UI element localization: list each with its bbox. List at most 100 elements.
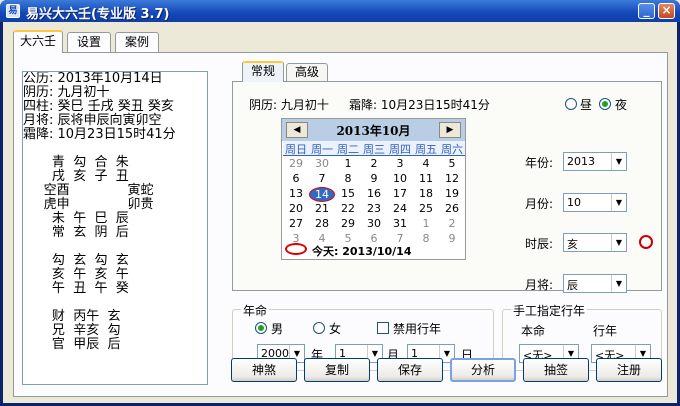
subtab-advanced[interactable]: 高级 bbox=[286, 63, 328, 81]
tab-settings[interactable]: 设置 bbox=[67, 32, 111, 52]
chevron-down-icon: ▼ bbox=[611, 194, 626, 211]
output-line: 官 甲辰 后 bbox=[23, 337, 121, 352]
calendar-day[interactable]: 19 bbox=[439, 187, 465, 202]
output-line: 霜降: 10月23日15时41分 bbox=[23, 127, 176, 142]
calendar-day[interactable]: 4 bbox=[413, 157, 439, 172]
calendar-day[interactable]: 6 bbox=[283, 172, 309, 187]
calendar-day[interactable]: 14 bbox=[309, 187, 335, 202]
calendar-day[interactable]: 16 bbox=[361, 187, 387, 202]
draw-lots-button[interactable]: 抽签 bbox=[523, 358, 589, 382]
calendar-day[interactable]: 5 bbox=[439, 157, 465, 172]
month-select[interactable]: 10 ▼ bbox=[563, 193, 627, 212]
minimize-button[interactable]: _ bbox=[638, 3, 655, 19]
female-radio[interactable] bbox=[313, 322, 325, 334]
calendar-day[interactable]: 8 bbox=[335, 172, 361, 187]
calendar-day[interactable]: 17 bbox=[387, 187, 413, 202]
calendar-day[interactable]: 29 bbox=[283, 157, 309, 172]
output-line: 亥 午 亥 午 bbox=[23, 267, 129, 282]
output-line: 虎申 卯贵 bbox=[23, 197, 154, 212]
today-marker-icon bbox=[285, 243, 307, 255]
weekday-header: 周二 bbox=[335, 141, 361, 156]
calendar-day[interactable]: 22 bbox=[335, 202, 361, 217]
year-select[interactable]: 2013 ▼ bbox=[563, 152, 627, 171]
title-bar[interactable]: 易 易兴大六壬(专业版 3.7) _ × bbox=[0, 0, 680, 22]
analyze-button[interactable]: 分析 bbox=[450, 358, 516, 382]
benming-label: 本命 bbox=[521, 324, 546, 338]
day-label: 昼 bbox=[580, 98, 593, 112]
output-line: 公历: 2013年10月14日 bbox=[23, 71, 163, 86]
app-window: 易 易兴大六壬(专业版 3.7) _ × 大六壬 设置 案例 公历: 2013年… bbox=[0, 0, 680, 406]
tab-daliuren[interactable]: 大六壬 bbox=[13, 30, 63, 53]
calendar-day[interactable]: 21 bbox=[309, 202, 335, 217]
calendar-day[interactable]: 20 bbox=[283, 202, 309, 217]
night-radio[interactable] bbox=[599, 98, 611, 110]
calendar-day[interactable]: 25 bbox=[413, 202, 439, 217]
nianming-title: 年命 bbox=[241, 302, 270, 319]
calendar-day[interactable]: 9 bbox=[439, 232, 465, 247]
weekday-header: 周三 bbox=[361, 141, 387, 156]
calendar-day[interactable]: 15 bbox=[335, 187, 361, 202]
output-line: 四柱: 癸巳 壬戌 癸丑 癸亥 bbox=[23, 99, 174, 114]
copy-button[interactable]: 复制 bbox=[304, 358, 370, 382]
calendar-day[interactable]: 1 bbox=[413, 217, 439, 232]
calendar-day[interactable]: 13 bbox=[283, 187, 309, 202]
day-radio[interactable] bbox=[565, 98, 577, 110]
night-label: 夜 bbox=[615, 98, 628, 112]
disable-xingnian-checkbox[interactable] bbox=[377, 322, 389, 334]
next-month-button[interactable]: ▶ bbox=[439, 122, 461, 138]
window-title: 易兴大六壬(专业版 3.7) bbox=[26, 7, 170, 22]
output-line: 兄 辛亥 勾 bbox=[23, 323, 121, 338]
calendar-day[interactable]: 12 bbox=[439, 172, 465, 187]
calendar-day[interactable]: 31 bbox=[387, 217, 413, 232]
male-radio[interactable] bbox=[255, 322, 267, 334]
lunar-date: 阴历: 九月初十 bbox=[249, 98, 329, 112]
today-link[interactable]: 今天: 2013/10/14 bbox=[312, 243, 412, 259]
normal-panel: 阴历: 九月初十 霜降: 10月23日15时41分 昼 夜 2013年10月 ◀… bbox=[232, 81, 662, 293]
calendar-day[interactable]: 9 bbox=[361, 172, 387, 187]
disable-xingnian-label: 禁用行年 bbox=[393, 322, 442, 336]
subtab-normal[interactable]: 常规 bbox=[242, 61, 284, 82]
output-line: 青 勾 合 朱 bbox=[23, 155, 129, 170]
close-button[interactable]: × bbox=[658, 3, 675, 19]
calendar-day[interactable]: 7 bbox=[309, 172, 335, 187]
xingnian-label: 行年 bbox=[593, 324, 618, 338]
output-line: 未 午 巳 辰 bbox=[23, 211, 129, 226]
calendar-header: 2013年10月 ◀ ▶ bbox=[282, 119, 465, 141]
output-line: 午 丑 午 癸 bbox=[23, 281, 129, 296]
calendar-day[interactable]: 18 bbox=[413, 187, 439, 202]
calendar-day[interactable]: 30 bbox=[361, 217, 387, 232]
calendar-day[interactable]: 8 bbox=[413, 232, 439, 247]
male-label: 男 bbox=[271, 322, 284, 336]
calendar-day[interactable]: 3 bbox=[387, 157, 413, 172]
year-label: 年份: bbox=[525, 156, 554, 170]
calendar-day[interactable]: 24 bbox=[387, 202, 413, 217]
hour-select[interactable]: 亥 ▼ bbox=[563, 233, 627, 252]
calendar-day[interactable]: 26 bbox=[439, 202, 465, 217]
tab-cases[interactable]: 案例 bbox=[115, 32, 159, 52]
calendar-day[interactable]: 28 bbox=[309, 217, 335, 232]
calendar-day[interactable]: 2 bbox=[361, 157, 387, 172]
weekday-header: 周四 bbox=[387, 141, 413, 156]
calendar-title: 2013年10月 bbox=[336, 124, 411, 138]
calendar-day[interactable]: 23 bbox=[361, 202, 387, 217]
weekday-header: 周五 bbox=[413, 141, 439, 156]
calendar-day[interactable]: 29 bbox=[335, 217, 361, 232]
calendar-day[interactable]: 2 bbox=[439, 217, 465, 232]
output-line: 阴历: 九月初十 bbox=[23, 85, 110, 100]
register-button[interactable]: 注册 bbox=[596, 358, 662, 382]
result-textbox[interactable]: 公历: 2013年10月14日 阴历: 九月初十 四柱: 癸巳 壬戌 癸丑 癸亥 月将… bbox=[22, 71, 208, 385]
shensha-button[interactable]: 神煞 bbox=[231, 358, 297, 382]
calendar-day[interactable]: 27 bbox=[283, 217, 309, 232]
calendar-day[interactable]: 10 bbox=[387, 172, 413, 187]
prev-month-button[interactable]: ◀ bbox=[286, 122, 308, 138]
jiang-select[interactable]: 辰 ▼ bbox=[563, 274, 627, 293]
calendar-day[interactable]: 11 bbox=[413, 172, 439, 187]
month-calendar[interactable]: 2013年10月 ◀ ▶ 周日 周一 周二 周三 周四 周五 周六 29 30 1 2 3 4 5 6 7 8 9… bbox=[281, 118, 466, 260]
calendar-day[interactable]: 30 bbox=[309, 157, 335, 172]
save-button[interactable]: 保存 bbox=[377, 358, 443, 382]
calendar-day[interactable]: 1 bbox=[335, 157, 361, 172]
clock-icon[interactable] bbox=[639, 235, 653, 249]
output-line: 勾 玄 勾 玄 bbox=[23, 253, 129, 268]
